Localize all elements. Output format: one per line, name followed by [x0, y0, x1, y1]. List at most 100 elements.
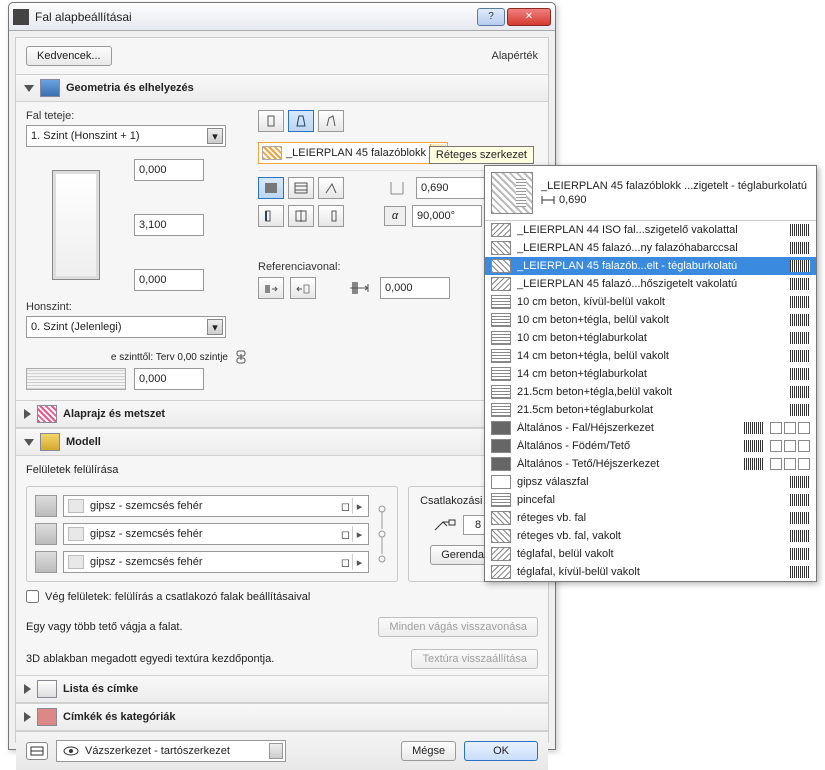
end-surface-check[interactable]: Vég felületek: felülírás a csatlakozó fa… — [26, 590, 538, 603]
override-title: Felületek felülírása — [26, 464, 118, 476]
roof-trim-label: Egy vagy több tető vágja a falat. — [26, 621, 183, 633]
slab-preview — [26, 368, 126, 390]
section-categories-title: Címkék és kategóriák — [63, 711, 176, 723]
surf-inside-icon[interactable] — [35, 551, 57, 573]
angle-input[interactable]: 90,000° — [412, 205, 482, 227]
favorites-button[interactable]: Kedvencek... — [26, 46, 112, 66]
swatch-icon — [491, 223, 511, 237]
composite-selector[interactable]: _LEIERPLAN 45 falazóblokk - vékon... ▸ — [258, 142, 448, 164]
eye-icon — [63, 745, 79, 757]
texture-label: 3D ablakban megadott egyedi textúra kezd… — [26, 653, 274, 665]
composite-option[interactable]: _LEIERPLAN 44 ISO fal...szigetelő vakola… — [485, 221, 816, 239]
refline-right-icon[interactable] — [318, 205, 344, 227]
structure-profile-icon[interactable] — [318, 177, 344, 199]
composite-dropdown: _LEIERPLAN 45 falazóblokk ...zigetelt - … — [484, 165, 817, 582]
refline-center-icon[interactable] — [288, 205, 314, 227]
thickness-icon — [541, 195, 555, 205]
option-label: réteges vb. fal, vakolt — [517, 530, 784, 542]
refline-flip-b-icon[interactable] — [290, 277, 316, 299]
model-icon — [40, 433, 60, 451]
composite-option[interactable]: réteges vb. fal — [485, 509, 816, 527]
end-surface-checkbox[interactable] — [26, 590, 39, 603]
home-story-combo[interactable]: 0. Szint (Jelenlegi) ▾ — [26, 316, 226, 338]
composite-option[interactable]: 14 cm beton+téglaburkolat — [485, 365, 816, 383]
composite-option[interactable]: téglafal, belül vakolt — [485, 545, 816, 563]
section-categories-header[interactable]: Címkék és kategóriák — [16, 703, 548, 731]
surf-outside-select[interactable]: gipsz - szemcsés fehér◻▸ — [63, 495, 369, 517]
swatch-icon — [491, 457, 511, 471]
composite-option[interactable]: gipsz válaszfal — [485, 473, 816, 491]
cancel-button[interactable]: Mégse — [401, 741, 456, 761]
close-button[interactable]: ✕ — [507, 8, 551, 26]
dropdown-list[interactable]: _LEIERPLAN 44 ISO fal...szigetelő vakola… — [485, 221, 816, 581]
composite-option[interactable]: 10 cm beton+téglaburkolat — [485, 329, 816, 347]
section-geometry-header[interactable]: Geometria és elhelyezés — [16, 74, 548, 102]
layer-value: Vázszerkezet - tartószerkezet — [85, 745, 230, 757]
option-label: Általános - Tető/Héjszerkezet — [517, 458, 738, 470]
layer-selector[interactable]: Vázszerkezet - tartószerkezet — [56, 740, 286, 762]
composite-option[interactable]: 10 cm beton, kívül-belül vakolt — [485, 293, 816, 311]
section-list-header[interactable]: Lista és címke — [16, 675, 548, 703]
use-tag-icon — [790, 242, 810, 254]
use-tag-icon — [744, 458, 764, 470]
chain-surfaces-icon[interactable] — [375, 495, 389, 573]
help-button[interactable]: ? — [477, 8, 505, 26]
composite-option[interactable]: _LEIERPLAN 45 falazób...elt - téglaburko… — [485, 257, 816, 275]
extra-icons — [770, 422, 810, 434]
layer-swatch-icon[interactable] — [26, 742, 48, 760]
refline-left-icon[interactable] — [258, 205, 284, 227]
wall-poly-icon[interactable] — [318, 110, 344, 132]
use-tag-icon — [790, 296, 810, 308]
composite-option[interactable]: 14 cm beton+tégla, belül vakolt — [485, 347, 816, 365]
wall-trapezoid-icon[interactable] — [288, 110, 314, 132]
top-label: Fal teteje: — [26, 110, 248, 122]
disclosure-down-icon — [24, 85, 34, 92]
composite-option[interactable]: Általános - Fal/Héjszerkezet — [485, 419, 816, 437]
section-model-header[interactable]: Modell — [16, 428, 548, 456]
link-icon[interactable] — [234, 350, 248, 364]
home-story-value: 0. Szint (Jelenlegi) — [31, 321, 122, 333]
swatch-icon — [491, 421, 511, 435]
use-tag-icon — [790, 350, 810, 362]
swatch-icon — [491, 313, 511, 327]
surf-edge-select[interactable]: gipsz - szemcsés fehér◻▸ — [63, 523, 369, 545]
composite-option[interactable]: _LEIERPLAN 45 falazó...ny falazóhabarccs… — [485, 239, 816, 257]
ref-offset-input[interactable]: 0,000 — [380, 277, 450, 299]
composite-option[interactable]: Általános - Födém/Tető — [485, 437, 816, 455]
option-label: Általános - Fal/Héjszerkezet — [517, 422, 738, 434]
composite-option[interactable]: 21.5cm beton+tégla,belül vakolt — [485, 383, 816, 401]
option-label: _LEIERPLAN 45 falazó...ny falazóhabarccs… — [517, 242, 784, 254]
use-tag-icon — [790, 404, 810, 416]
ok-button[interactable]: OK — [464, 741, 538, 761]
top-story-combo[interactable]: 1. Szint (Honszint + 1) ▾ — [26, 125, 226, 147]
swatch-icon — [491, 439, 511, 453]
height-top-input[interactable]: 0,000 — [134, 159, 204, 181]
composite-option[interactable]: téglafal, kívül-belül vakolt — [485, 563, 816, 581]
structure-composite-icon[interactable] — [288, 177, 314, 199]
height-bottom-input[interactable]: 0,000 — [134, 269, 204, 291]
refline-flip-a-icon[interactable] — [258, 277, 284, 299]
geometry-icon — [40, 79, 60, 97]
composite-option[interactable]: pincefal — [485, 491, 816, 509]
surf-outside-icon[interactable] — [35, 495, 57, 517]
height-total-input[interactable]: 3,100 — [134, 214, 204, 236]
structure-basic-icon[interactable] — [258, 177, 284, 199]
floorplan-icon — [37, 405, 57, 423]
composite-option[interactable]: Általános - Tető/Héjszerkezet — [485, 455, 816, 473]
section-floorplan-header[interactable]: Alaprajz és metszet — [16, 400, 548, 428]
composite-option[interactable]: _LEIERPLAN 45 falazó...hőszigetelt vakol… — [485, 275, 816, 293]
option-label: 21.5cm beton+téglaburkolat — [517, 404, 784, 416]
composite-option[interactable]: 21.5cm beton+téglaburkolat — [485, 401, 816, 419]
thickness-input[interactable]: 0,690 — [416, 177, 486, 199]
composite-option[interactable]: réteges vb. fal, vakolt — [485, 527, 816, 545]
surf-edge-icon[interactable] — [35, 523, 57, 545]
wall-straight-icon[interactable] — [258, 110, 284, 132]
swatch-icon — [491, 403, 511, 417]
surf-inside-select[interactable]: gipsz - szemcsés fehér◻▸ — [63, 551, 369, 573]
composite-option[interactable]: 10 cm beton+tégla, belül vakolt — [485, 311, 816, 329]
swatch-icon — [491, 529, 511, 543]
offset-input[interactable]: 0,000 — [134, 368, 204, 390]
disclosure-right-icon — [24, 684, 31, 694]
offset-label: e szinttől: Terv 0,00 szintje — [26, 352, 228, 363]
section-list-title: Lista és címke — [63, 683, 138, 695]
